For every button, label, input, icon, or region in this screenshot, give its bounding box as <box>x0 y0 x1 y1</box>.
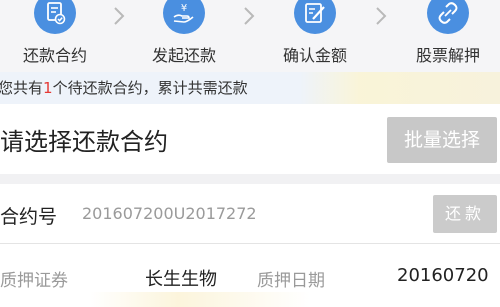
page-title: 请选择还款合约 <box>0 128 168 156</box>
pending-count: 1 <box>43 79 53 97</box>
pledged-security-value: 长生生物 <box>145 269 217 290</box>
yen-hand-icon: ¥ <box>163 0 205 34</box>
step-label: 确认金额 <box>282 46 347 65</box>
contract-check-icon <box>34 0 76 34</box>
pending-repayment-banner: 您共有1个待还款合约，累计共需还款 <box>0 72 500 104</box>
step-label: 股票解押 <box>415 46 480 65</box>
chevron-right-icon <box>244 7 255 25</box>
divider <box>0 243 500 244</box>
chevron-right-icon <box>114 7 125 25</box>
contract-number-label: 合约号 <box>0 206 58 228</box>
pledge-date-label: 质押日期 <box>257 271 325 291</box>
pledge-date-value: 20160720 <box>397 265 489 286</box>
step-label: 还款合约 <box>22 46 87 65</box>
batch-select-button[interactable]: 批量选择 <box>387 117 497 163</box>
banner-glare <box>300 72 500 104</box>
chevron-right-icon <box>376 7 387 25</box>
select-contract-header: 请选择还款合约 批量选择 <box>0 104 500 174</box>
bottom-glare <box>90 292 310 307</box>
edit-document-icon <box>294 0 336 34</box>
repay-button[interactable]: 还款 <box>433 195 497 233</box>
contract-card[interactable]: 合约号 201607200U2017272 还款 质押证券 长生生物 质押日期 … <box>0 184 500 307</box>
banner-text: 您共有1个待还款合约，累计共需还款 <box>0 79 248 97</box>
step-label: 发起还款 <box>151 46 216 65</box>
svg-text:¥: ¥ <box>181 3 187 14</box>
pledged-security-label: 质押证券 <box>0 271 68 291</box>
unlink-icon <box>427 0 469 34</box>
step-progress-bar: 还款合约 ¥ 发起还款 确认金额 股票解押 <box>0 0 500 72</box>
contract-number-value: 201607200U2017272 <box>82 204 257 223</box>
